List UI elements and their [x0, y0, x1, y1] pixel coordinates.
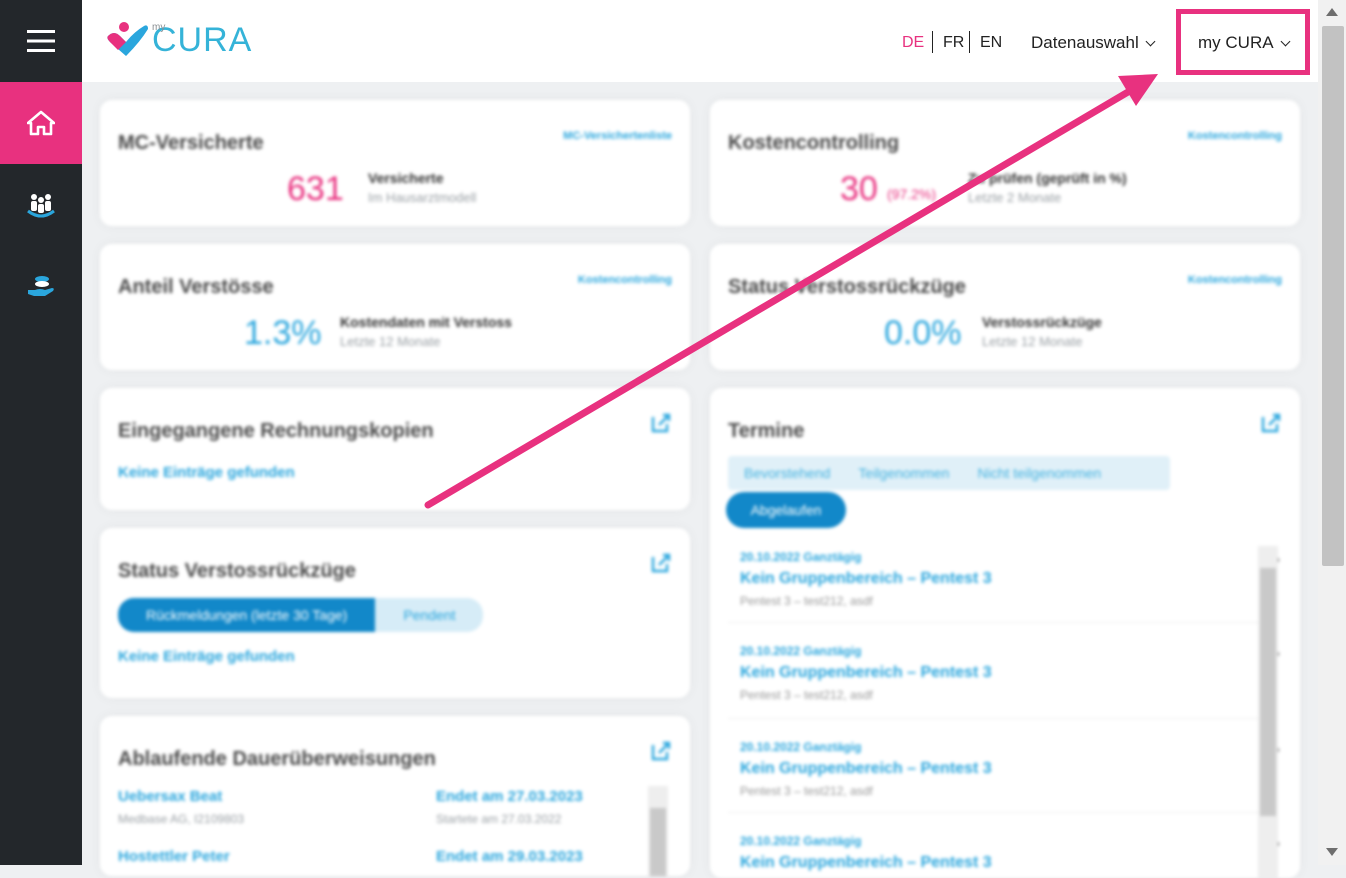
- page-scroll-thumb[interactable]: [1322, 26, 1344, 566]
- scroll-down-arrow-icon[interactable]: [1326, 848, 1338, 856]
- scroll-up-arrow-icon[interactable]: [1326, 8, 1338, 16]
- annotation-arrow: [424, 74, 1158, 509]
